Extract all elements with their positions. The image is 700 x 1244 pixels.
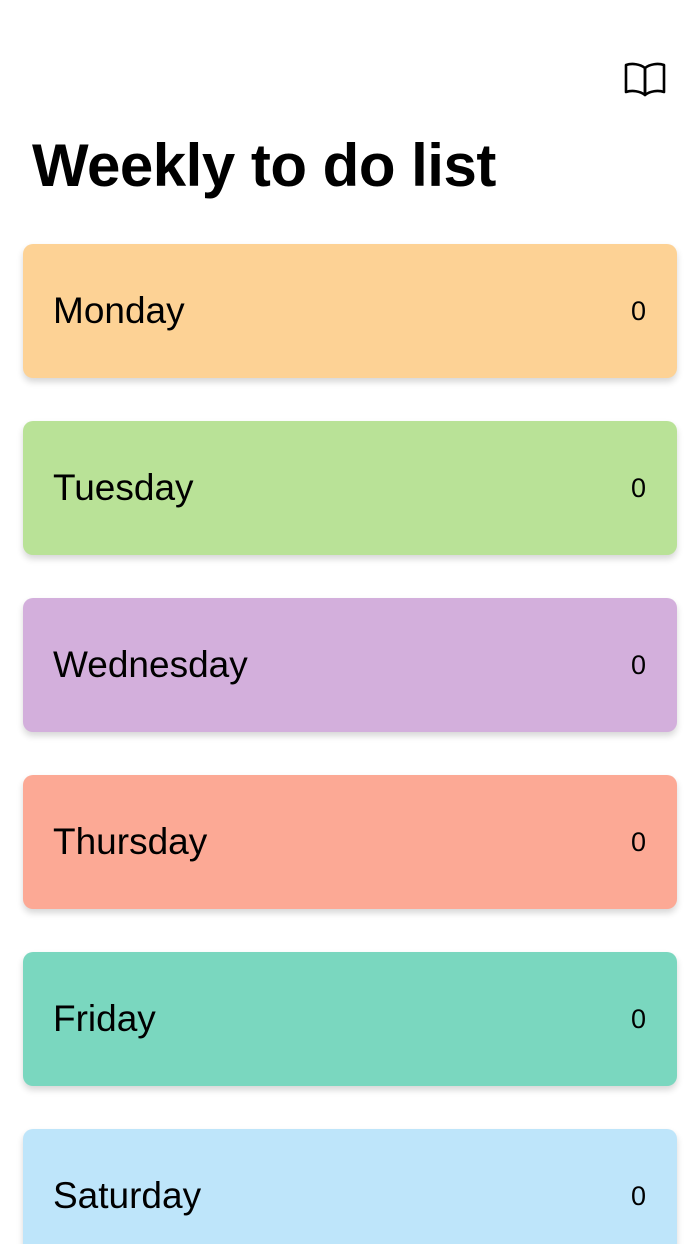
task-count: 0 [630,827,646,857]
day-card-wednesday[interactable]: Wednesday 0 [23,598,677,732]
task-count: 0 [630,1004,646,1034]
day-card-tuesday[interactable]: Tuesday 0 [23,421,677,555]
task-count: 0 [630,1181,646,1211]
day-card-thursday[interactable]: Thursday 0 [23,775,677,909]
day-name: Thursday [53,821,208,862]
day-name: Saturday [53,1175,202,1216]
day-card-monday[interactable]: Monday 0 [23,244,677,378]
task-count: 0 [630,473,646,503]
book-open-icon [624,62,666,97]
day-card-saturday[interactable]: Saturday 0 [23,1129,677,1244]
task-count: 0 [630,650,646,680]
task-count: 0 [630,296,646,326]
day-name: Friday [53,998,156,1039]
app-screen: Weekly to do list Monday 0 Tuesday 0 Wed… [0,0,700,1244]
day-name: Tuesday [53,467,194,508]
day-name: Wednesday [53,644,248,685]
day-list: Monday 0 Tuesday 0 Wednesday 0 Thursday … [23,244,677,1244]
day-name: Monday [53,290,185,331]
book-button[interactable] [620,56,670,102]
day-card-friday[interactable]: Friday 0 [23,952,677,1086]
page-title: Weekly to do list [32,132,496,199]
